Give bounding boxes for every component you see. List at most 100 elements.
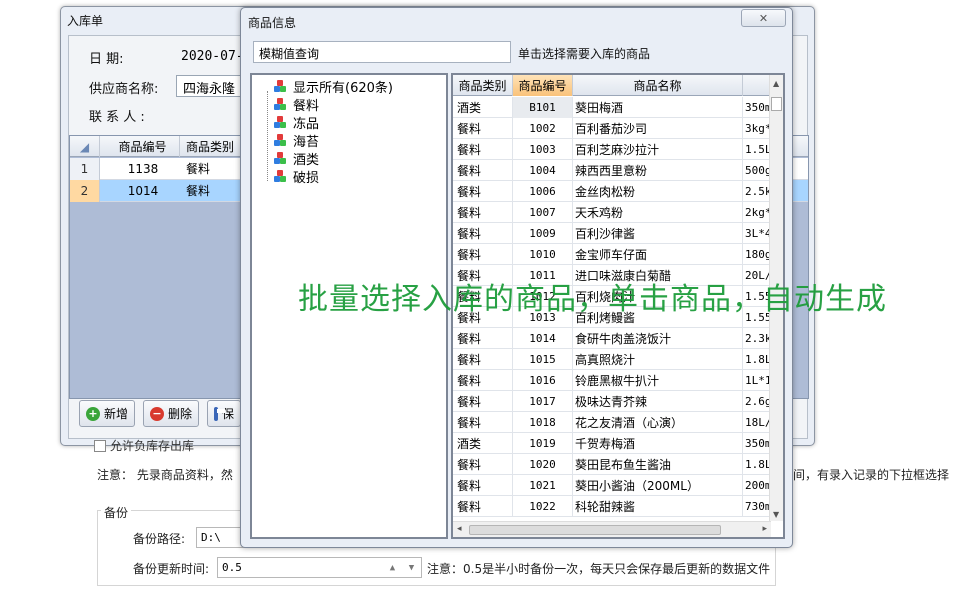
- row-category: 酒类: [453, 433, 513, 454]
- row-code: 1018: [513, 412, 573, 433]
- tree-item-label: 酒类: [293, 152, 320, 168]
- row-name: 百利番茄沙司: [573, 118, 743, 139]
- table-row[interactable]: 餐料 1015 高真照烧汁 1.8L: [453, 349, 773, 370]
- receipt-window-title: 入库单: [67, 14, 104, 28]
- note-text-right: 间，有录入记录的下拉框选择: [793, 468, 950, 482]
- col-category-header[interactable]: 商品类别: [453, 75, 513, 96]
- row-code: 1021: [513, 475, 573, 496]
- table-row[interactable]: 餐料 1022 科轮甜辣酱 730m: [453, 496, 773, 517]
- row-code: B101: [513, 97, 573, 118]
- tree-item-dongpin[interactable]: 冻品: [274, 113, 393, 132]
- tree-item-all[interactable]: 显示所有(620条): [274, 77, 393, 96]
- table-row[interactable]: 餐料 1010 金宝师车仔面 180g: [453, 244, 773, 265]
- table-row[interactable]: 餐料 1016 铃鹿黑椒牛扒汁 1L*1: [453, 370, 773, 391]
- cube-icon: [274, 133, 287, 147]
- table-row[interactable]: 餐料 1006 金丝肉松粉 2.5k: [453, 181, 773, 202]
- save-icon: [214, 406, 225, 421]
- row-code: 1138: [127, 161, 159, 176]
- tree-item-label: 破损: [293, 170, 320, 186]
- row-name: 天禾鸡粉: [573, 202, 743, 223]
- table-row[interactable]: 酒类 B101 葵田梅酒 350m: [453, 97, 773, 118]
- row-category: 酒类: [453, 97, 513, 118]
- tree-items: 显示所有(620条) 餐料 冻品 海苔 酒类 破损: [274, 77, 393, 186]
- scroll-down-icon[interactable]: ▼: [773, 510, 779, 519]
- backup-interval-value: 0.5: [222, 561, 242, 574]
- row-name: 百利芝麻沙拉汁: [573, 139, 743, 160]
- scroll-up-icon[interactable]: ▲: [773, 79, 779, 88]
- select-all-corner[interactable]: ◢: [70, 136, 100, 157]
- table-row[interactable]: 餐料 1007 天禾鸡粉 2kg*: [453, 202, 773, 223]
- row-code: 1015: [513, 349, 573, 370]
- row-code: 1004: [513, 160, 573, 181]
- checkbox[interactable]: [94, 439, 106, 452]
- cube-icon: [274, 169, 287, 183]
- row-code: 1002: [513, 118, 573, 139]
- table-row[interactable]: 餐料 1003 百利芝麻沙拉汁 1.5L: [453, 139, 773, 160]
- table-row[interactable]: 餐料 1017 极味达青芥辣 2.6g: [453, 391, 773, 412]
- table-row[interactable]: 餐料 1004 辣西西里意粉 500g: [453, 160, 773, 181]
- table-row[interactable]: 餐料 1014 食研牛肉盖浇饭汁 2.3k: [453, 328, 773, 349]
- close-button[interactable]: ✕: [741, 9, 786, 27]
- tree-item-label: 显示所有(620条): [293, 80, 393, 96]
- save-button[interactable]: 保: [207, 400, 241, 427]
- horizontal-scrollbar[interactable]: ◂ ▸: [453, 521, 771, 537]
- tree-item-posun[interactable]: 破损: [274, 167, 393, 186]
- tree-item-label: 餐料: [293, 98, 320, 114]
- negative-stock-option[interactable]: 允许负库存出库: [94, 437, 194, 454]
- dropdown-icon[interactable]: ▼: [409, 563, 414, 573]
- tree-item-canliao[interactable]: 餐料: [274, 95, 393, 114]
- scroll-right-icon[interactable]: ▸: [762, 524, 767, 534]
- search-input[interactable]: 模糊值查询: [253, 41, 511, 63]
- row-code: 1019: [513, 433, 573, 454]
- hscroll-thumb[interactable]: [469, 525, 721, 535]
- col-name-header[interactable]: 商品名称: [573, 75, 743, 96]
- add-button-label: 新增: [104, 407, 129, 421]
- note-text: 注意： 先录商品资料，然: [97, 468, 233, 482]
- row-category: 餐料: [453, 496, 513, 517]
- row-code: 1020: [513, 454, 573, 475]
- close-icon: ✕: [758, 11, 769, 25]
- table-row[interactable]: 餐料 1021 葵田小酱油（200ML） 200m: [453, 475, 773, 496]
- col-code-header[interactable]: 商品编号: [100, 136, 180, 157]
- backup-interval-input[interactable]: 0.5 ▲ ▼: [217, 557, 422, 578]
- checkbox-label: 允许负库存出库: [110, 439, 195, 453]
- table-row[interactable]: 餐料 1009 百利沙律酱 3L*4: [453, 223, 773, 244]
- row-category: 餐料: [453, 475, 513, 496]
- backup-interval-label: 备份更新时间:: [133, 562, 210, 576]
- table-row[interactable]: 餐料 1018 花之友清酒（心演） 18L/: [453, 412, 773, 433]
- backup-legend: 备份: [101, 504, 132, 521]
- row-category: 餐料: [453, 349, 513, 370]
- backup-path-input[interactable]: D:\: [196, 527, 246, 548]
- row-category: 餐料: [453, 244, 513, 265]
- row-code: 1014: [127, 183, 159, 198]
- row-code: 1016: [513, 370, 573, 391]
- product-window-title: 商品信息: [248, 16, 297, 30]
- row-category: 餐料: [453, 412, 513, 433]
- col-code-header[interactable]: 商品编号: [513, 75, 573, 96]
- cube-icon: [274, 115, 287, 129]
- tree-item-jiulei[interactable]: 酒类: [274, 149, 393, 168]
- minus-icon: −: [150, 406, 164, 421]
- add-button[interactable]: + 新增: [79, 400, 136, 427]
- date-value[interactable]: 2020-07-: [181, 49, 244, 64]
- interval-spinner[interactable]: ▲ ▼: [383, 558, 421, 577]
- row-name: 科轮甜辣酱: [573, 496, 743, 517]
- tree-item-haitai[interactable]: 海苔: [274, 131, 393, 150]
- table-row[interactable]: 餐料 1002 百利番茄沙司 3kg*: [453, 118, 773, 139]
- row-category: 餐料: [453, 139, 513, 160]
- row-name: 葵田昆布鱼生酱油: [573, 454, 743, 475]
- row-category: 餐料: [453, 181, 513, 202]
- backup-path-label: 备份路径:: [133, 532, 186, 546]
- row-code: 1014: [513, 328, 573, 349]
- product-grid-header: 商品类别 商品编号 商品名称: [453, 75, 773, 96]
- row-number: 2: [70, 180, 100, 202]
- overlay-caption: 批量选择入库的商品，单击商品，自动生成: [298, 282, 887, 317]
- spin-up-icon[interactable]: ▲: [390, 563, 395, 573]
- table-row[interactable]: 酒类 1019 千贺寿梅酒 350m: [453, 433, 773, 454]
- table-row[interactable]: 餐料 1020 葵田昆布鱼生酱油 1.8L: [453, 454, 773, 475]
- row-name: 高真照烧汁: [573, 349, 743, 370]
- row-code: 1022: [513, 496, 573, 517]
- delete-button[interactable]: − 删除: [143, 400, 200, 427]
- scroll-left-icon[interactable]: ◂: [457, 524, 462, 534]
- scroll-thumb[interactable]: [771, 97, 782, 111]
